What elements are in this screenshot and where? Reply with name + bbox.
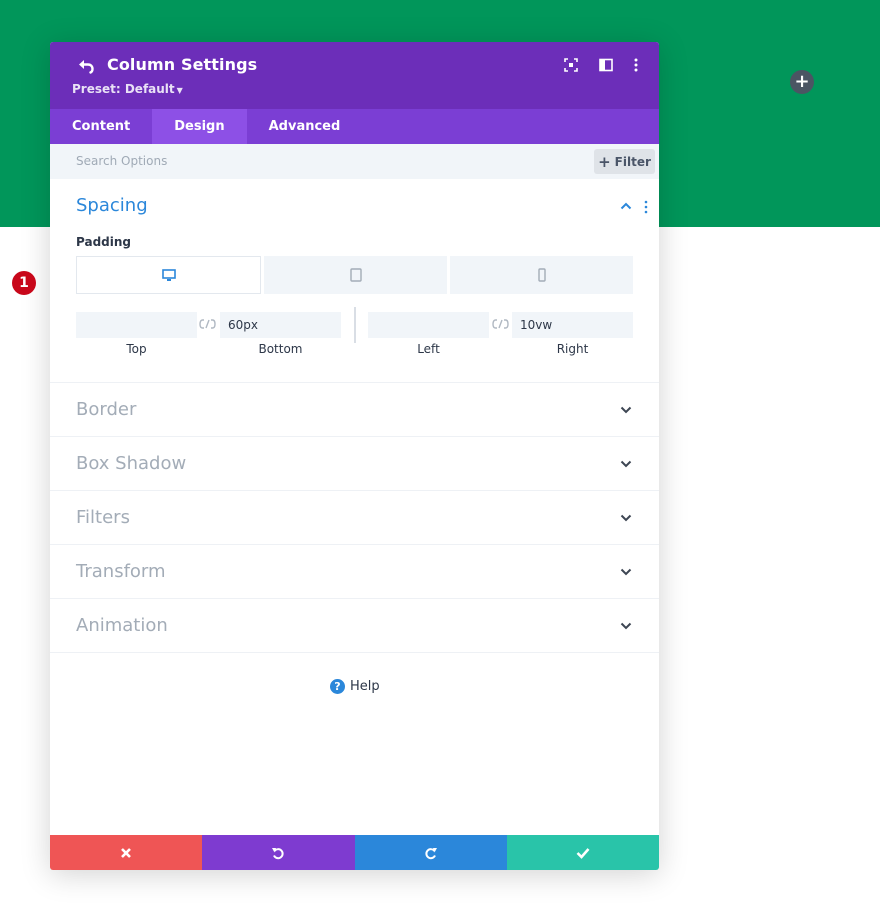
redo-icon (425, 847, 437, 859)
border-section-title: Border (76, 399, 137, 420)
fullscreen-icon[interactable] (563, 57, 579, 73)
undo-icon (272, 847, 284, 859)
modal-title: Column Settings (107, 55, 258, 74)
transform-section-title: Transform (76, 561, 166, 582)
box-shadow-section[interactable]: Box Shadow (50, 437, 659, 491)
kebab-menu-icon[interactable] (644, 200, 648, 214)
transform-section[interactable]: Transform (50, 545, 659, 599)
border-section[interactable]: Border (50, 383, 659, 437)
tab-content[interactable]: Content (50, 109, 152, 144)
spacing-section: Spacing Padding 60px Top Bottom 10vw Lef… (50, 179, 659, 383)
modal-header: Column Settings Preset: Default ▼ (50, 42, 659, 109)
column-settings-modal: Column Settings Preset: Default ▼ Content… (50, 42, 659, 870)
desktop-icon (161, 268, 176, 281)
preset-label: Preset: Default (72, 82, 175, 96)
box-shadow-section-title: Box Shadow (76, 453, 187, 474)
chevron-down-icon (620, 568, 632, 576)
cancel-button[interactable] (50, 835, 203, 870)
plus-icon: + (598, 152, 611, 171)
undo-arrow-icon[interactable] (76, 56, 96, 76)
modal-footer (50, 835, 659, 870)
padding-bottom-label: Bottom (258, 342, 303, 356)
link-icon[interactable] (492, 318, 509, 330)
padding-top-input[interactable] (76, 312, 197, 338)
kebab-menu-icon[interactable] (628, 57, 644, 73)
split-view-icon[interactable] (598, 57, 614, 73)
chevron-down-icon (620, 406, 632, 414)
padding-right-input[interactable]: 10vw (512, 312, 633, 338)
chevron-down-icon (620, 514, 632, 522)
plus-icon: + (794, 71, 810, 92)
padding-top-label: Top (126, 342, 147, 356)
animation-section[interactable]: Animation (50, 599, 659, 653)
tab-advanced[interactable]: Advanced (247, 109, 363, 144)
settings-tabs: Content Design Advanced (50, 109, 659, 144)
tab-design[interactable]: Design (152, 109, 247, 144)
chevron-down-icon (620, 460, 632, 468)
search-bar: Search Options + Filter (50, 144, 659, 179)
close-icon (121, 847, 132, 858)
step-badge: 1 (12, 271, 36, 295)
undo-button[interactable] (202, 835, 355, 870)
filter-button[interactable]: + Filter (594, 149, 655, 174)
help-link[interactable]: ? Help (330, 679, 380, 694)
question-icon: ? (330, 679, 345, 694)
redo-button[interactable] (354, 835, 507, 870)
save-button[interactable] (506, 835, 659, 870)
preset-dropdown[interactable]: Preset: Default ▼ (72, 82, 183, 96)
device-tab-desktop[interactable] (76, 256, 261, 294)
chevron-down-icon (620, 622, 632, 630)
padding-left-input[interactable] (368, 312, 489, 338)
padding-bottom-input[interactable]: 60px (220, 312, 341, 338)
phone-icon (537, 268, 546, 282)
padding-divider (354, 307, 356, 343)
checkmark-icon (576, 847, 590, 859)
caret-down-icon: ▼ (176, 86, 183, 95)
chevron-up-icon[interactable] (620, 202, 632, 210)
add-module-button[interactable]: + (790, 70, 814, 94)
padding-label: Padding (76, 235, 131, 249)
tablet-icon (349, 268, 362, 282)
device-tab-phone[interactable] (450, 256, 633, 294)
search-input[interactable]: Search Options (76, 154, 167, 168)
padding-left-label: Left (417, 342, 440, 356)
link-icon[interactable] (199, 318, 216, 330)
spacing-section-title[interactable]: Spacing (76, 195, 148, 216)
filter-label: Filter (614, 154, 651, 169)
device-tab-tablet[interactable] (264, 256, 447, 294)
filters-section-title: Filters (76, 507, 130, 528)
device-tabs (76, 256, 633, 294)
animation-section-title: Animation (76, 615, 168, 636)
filters-section[interactable]: Filters (50, 491, 659, 545)
padding-right-label: Right (556, 342, 589, 356)
help-label: Help (350, 679, 380, 694)
